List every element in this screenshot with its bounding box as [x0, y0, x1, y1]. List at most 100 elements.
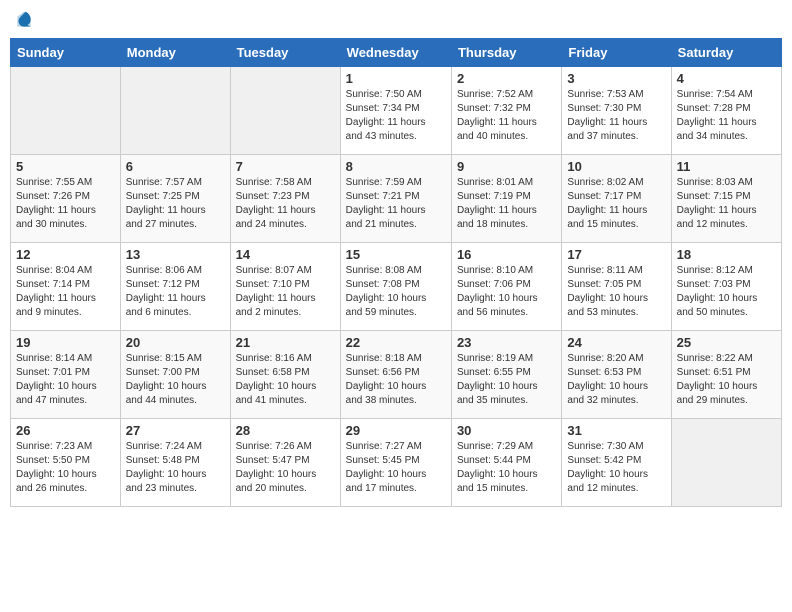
day-cell: 10 Sunrise: 8:02 AM Sunset: 7:17 PM Dayli… — [562, 155, 671, 243]
day-number: 21 — [236, 335, 335, 350]
day-info: Sunrise: 7:52 AM Sunset: 7:32 PM Dayligh… — [457, 88, 556, 144]
page-header — [10, 10, 782, 30]
day-cell — [230, 67, 340, 155]
day-cell: 23 Sunrise: 8:19 AM Sunset: 6:55 PM Dayli… — [451, 331, 561, 419]
day-number: 15 — [346, 247, 446, 262]
day-cell: 3 Sunrise: 7:53 AM Sunset: 7:30 PM Daylig… — [562, 67, 671, 155]
day-number: 29 — [346, 423, 446, 438]
day-info: Sunrise: 7:55 AM Sunset: 7:26 PM Dayligh… — [16, 176, 115, 232]
day-info: Sunrise: 7:27 AM Sunset: 5:45 PM Dayligh… — [346, 440, 446, 496]
day-number: 4 — [677, 71, 776, 86]
day-number: 5 — [16, 159, 115, 174]
day-cell: 11 Sunrise: 8:03 AM Sunset: 7:15 PM Dayli… — [671, 155, 781, 243]
day-cell: 8Sunrise: 7:59 AM Sunset: 7:21 PM Daylig… — [340, 155, 451, 243]
day-number: 23 — [457, 335, 556, 350]
day-number: 27 — [126, 423, 225, 438]
day-cell: 26 Sunrise: 7:23 AM Sunset: 5:50 PM Dayli… — [11, 419, 121, 507]
weekday-header-saturday: Saturday — [671, 39, 781, 67]
day-cell: 2 Sunrise: 7:52 AM Sunset: 7:32 PM Daylig… — [451, 67, 561, 155]
day-cell: 25 Sunrise: 8:22 AM Sunset: 6:51 PM Dayli… — [671, 331, 781, 419]
calendar: SundayMondayTuesdayWednesdayThursdayFrid… — [10, 38, 782, 507]
day-cell: 28 Sunrise: 7:26 AM Sunset: 5:47 PM Dayli… — [230, 419, 340, 507]
day-info: Sunrise: 8:08 AM Sunset: 7:08 PM Dayligh… — [346, 264, 446, 320]
day-number: 3 — [567, 71, 665, 86]
day-number: 1 — [346, 71, 446, 86]
day-cell: 7Sunrise: 7:58 AM Sunset: 7:23 PM Daylig… — [230, 155, 340, 243]
day-info: Sunrise: 7:53 AM Sunset: 7:30 PM Dayligh… — [567, 88, 665, 144]
day-number: 18 — [677, 247, 776, 262]
week-row-4: 19 Sunrise: 8:14 AM Sunset: 7:01 PM Dayli… — [11, 331, 782, 419]
day-info: Sunrise: 8:22 AM Sunset: 6:51 PM Dayligh… — [677, 352, 776, 408]
day-cell: 30 Sunrise: 7:29 AM Sunset: 5:44 PM Dayli… — [451, 419, 561, 507]
day-info: Sunrise: 8:03 AM Sunset: 7:15 PM Dayligh… — [677, 176, 776, 232]
weekday-header-tuesday: Tuesday — [230, 39, 340, 67]
day-number: 14 — [236, 247, 335, 262]
day-info: Sunrise: 7:57 AM Sunset: 7:25 PM Dayligh… — [126, 176, 225, 232]
day-info: Sunrise: 8:16 AM Sunset: 6:58 PM Dayligh… — [236, 352, 335, 408]
day-info: Sunrise: 7:50 AM Sunset: 7:34 PM Dayligh… — [346, 88, 446, 144]
day-number: 11 — [677, 159, 776, 174]
day-info: Sunrise: 8:04 AM Sunset: 7:14 PM Dayligh… — [16, 264, 115, 320]
day-cell: 21 Sunrise: 8:16 AM Sunset: 6:58 PM Dayli… — [230, 331, 340, 419]
day-info: Sunrise: 8:01 AM Sunset: 7:19 PM Dayligh… — [457, 176, 556, 232]
day-number: 25 — [677, 335, 776, 350]
day-number: 9 — [457, 159, 556, 174]
day-number: 26 — [16, 423, 115, 438]
day-info: Sunrise: 7:54 AM Sunset: 7:28 PM Dayligh… — [677, 88, 776, 144]
day-number: 12 — [16, 247, 115, 262]
day-number: 22 — [346, 335, 446, 350]
day-number: 24 — [567, 335, 665, 350]
day-info: Sunrise: 8:20 AM Sunset: 6:53 PM Dayligh… — [567, 352, 665, 408]
day-info: Sunrise: 8:18 AM Sunset: 6:56 PM Dayligh… — [346, 352, 446, 408]
day-cell: 4 Sunrise: 7:54 AM Sunset: 7:28 PM Daylig… — [671, 67, 781, 155]
day-cell: 12 Sunrise: 8:04 AM Sunset: 7:14 PM Dayli… — [11, 243, 121, 331]
day-cell — [120, 67, 230, 155]
day-info: Sunrise: 8:15 AM Sunset: 7:00 PM Dayligh… — [126, 352, 225, 408]
day-info: Sunrise: 8:12 AM Sunset: 7:03 PM Dayligh… — [677, 264, 776, 320]
day-info: Sunrise: 7:59 AM Sunset: 7:21 PM Dayligh… — [346, 176, 446, 232]
day-info: Sunrise: 7:23 AM Sunset: 5:50 PM Dayligh… — [16, 440, 115, 496]
week-row-2: 5 Sunrise: 7:55 AM Sunset: 7:26 PM Daylig… — [11, 155, 782, 243]
day-cell: 15 Sunrise: 8:08 AM Sunset: 7:08 PM Dayli… — [340, 243, 451, 331]
day-number: 16 — [457, 247, 556, 262]
day-info: Sunrise: 8:11 AM Sunset: 7:05 PM Dayligh… — [567, 264, 665, 320]
day-cell: 18 Sunrise: 8:12 AM Sunset: 7:03 PM Dayli… — [671, 243, 781, 331]
weekday-header-row: SundayMondayTuesdayWednesdayThursdayFrid… — [11, 39, 782, 67]
day-number: 20 — [126, 335, 225, 350]
day-info: Sunrise: 8:02 AM Sunset: 7:17 PM Dayligh… — [567, 176, 665, 232]
day-number: 2 — [457, 71, 556, 86]
day-number: 19 — [16, 335, 115, 350]
day-info: Sunrise: 7:26 AM Sunset: 5:47 PM Dayligh… — [236, 440, 335, 496]
day-info: Sunrise: 8:07 AM Sunset: 7:10 PM Dayligh… — [236, 264, 335, 320]
weekday-header-wednesday: Wednesday — [340, 39, 451, 67]
day-cell: 9 Sunrise: 8:01 AM Sunset: 7:19 PM Daylig… — [451, 155, 561, 243]
weekday-header-monday: Monday — [120, 39, 230, 67]
weekday-header-sunday: Sunday — [11, 39, 121, 67]
day-info: Sunrise: 7:58 AM Sunset: 7:23 PM Dayligh… — [236, 176, 335, 232]
day-cell: 27Sunrise: 7:24 AM Sunset: 5:48 PM Dayli… — [120, 419, 230, 507]
day-number: 28 — [236, 423, 335, 438]
week-row-5: 26 Sunrise: 7:23 AM Sunset: 5:50 PM Dayli… — [11, 419, 782, 507]
day-info: Sunrise: 7:30 AM Sunset: 5:42 PM Dayligh… — [567, 440, 665, 496]
day-info: Sunrise: 8:10 AM Sunset: 7:06 PM Dayligh… — [457, 264, 556, 320]
day-info: Sunrise: 7:29 AM Sunset: 5:44 PM Dayligh… — [457, 440, 556, 496]
day-cell: 13Sunrise: 8:06 AM Sunset: 7:12 PM Dayli… — [120, 243, 230, 331]
day-cell: 6Sunrise: 7:57 AM Sunset: 7:25 PM Daylig… — [120, 155, 230, 243]
day-cell: 5 Sunrise: 7:55 AM Sunset: 7:26 PM Daylig… — [11, 155, 121, 243]
day-cell — [671, 419, 781, 507]
day-cell: 19 Sunrise: 8:14 AM Sunset: 7:01 PM Dayli… — [11, 331, 121, 419]
day-cell: 31Sunrise: 7:30 AM Sunset: 5:42 PM Dayli… — [562, 419, 671, 507]
day-number: 10 — [567, 159, 665, 174]
day-number: 17 — [567, 247, 665, 262]
day-cell: 22 Sunrise: 8:18 AM Sunset: 6:56 PM Dayli… — [340, 331, 451, 419]
day-info: Sunrise: 8:19 AM Sunset: 6:55 PM Dayligh… — [457, 352, 556, 408]
weekday-header-thursday: Thursday — [451, 39, 561, 67]
day-info: Sunrise: 8:06 AM Sunset: 7:12 PM Dayligh… — [126, 264, 225, 320]
day-info: Sunrise: 8:14 AM Sunset: 7:01 PM Dayligh… — [16, 352, 115, 408]
day-number: 30 — [457, 423, 556, 438]
day-cell: 1 Sunrise: 7:50 AM Sunset: 7:34 PM Daylig… — [340, 67, 451, 155]
logo-icon — [14, 10, 34, 30]
day-cell: 29 Sunrise: 7:27 AM Sunset: 5:45 PM Dayli… — [340, 419, 451, 507]
day-cell: 24 Sunrise: 8:20 AM Sunset: 6:53 PM Dayli… — [562, 331, 671, 419]
week-row-1: 1 Sunrise: 7:50 AM Sunset: 7:34 PM Daylig… — [11, 67, 782, 155]
